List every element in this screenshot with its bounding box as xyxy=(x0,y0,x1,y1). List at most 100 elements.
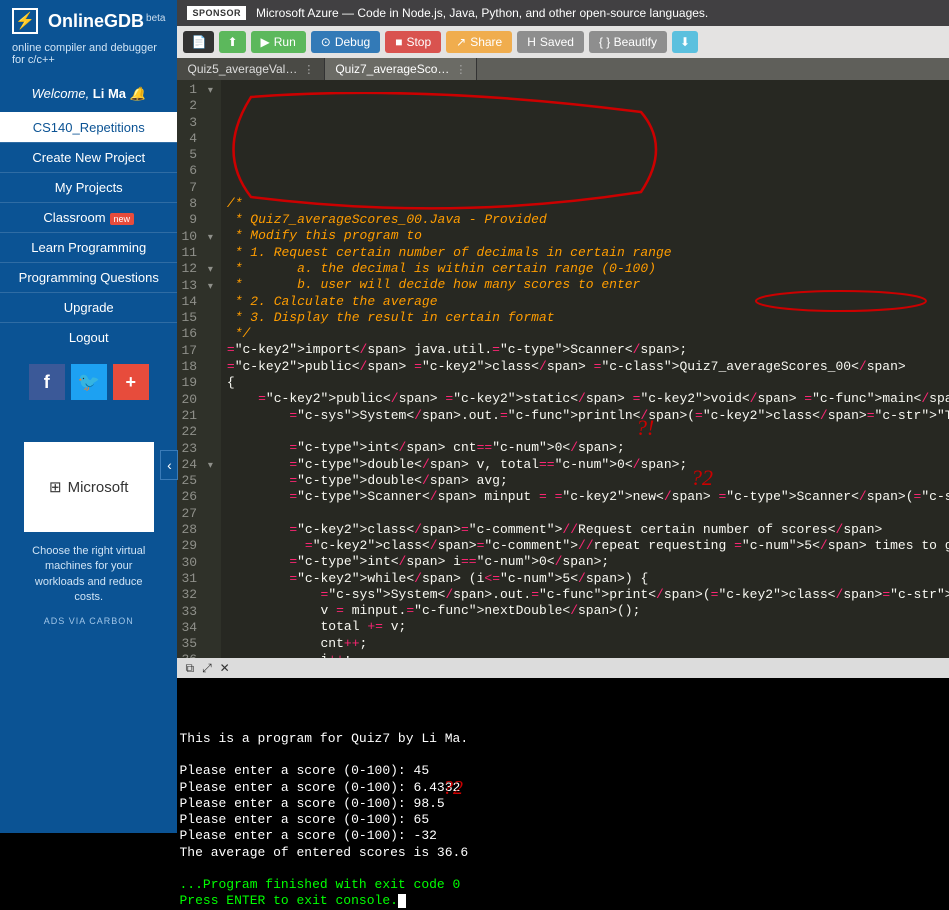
console-line: Press ENTER to exit console. xyxy=(179,893,949,909)
gutter-line: 19 xyxy=(181,375,212,391)
gutter-line: 14 xyxy=(181,294,212,310)
console-copy-icon[interactable]: ⧉ xyxy=(185,661,194,676)
code-line[interactable]: ="c-type">int</span> i=="c-num">0</span>… xyxy=(227,554,949,570)
sidebar-item-4[interactable]: Learn Programming xyxy=(0,232,177,262)
code-line[interactable]: * b. user will decide how many scores to… xyxy=(227,277,949,293)
sidebar-item-3[interactable]: Classroomnew xyxy=(0,202,177,232)
tabs-row: Quiz5_averageVal… ⋮Quiz7_averageSco… ⋮ xyxy=(177,58,949,80)
tab-menu-icon[interactable]: ⋮ xyxy=(303,63,314,76)
gutter-line: 12 ▾ xyxy=(181,261,212,277)
beautify-button[interactable]: { } Beautify xyxy=(589,31,667,53)
code-line[interactable]: ="c-key2">while</span> (i<="c-num">5</sp… xyxy=(227,571,949,587)
sidebar-item-7[interactable]: Logout xyxy=(0,322,177,352)
code-line[interactable]: /* xyxy=(227,196,949,212)
console-line: Please enter a score (0-100): 98.5 xyxy=(179,796,949,812)
code-area[interactable]: ?! ?2 /* * Quiz7_averageScores_00.Java -… xyxy=(221,80,949,658)
ad-via[interactable]: ADS VIA CARBON xyxy=(0,606,177,636)
console-line xyxy=(179,747,949,763)
logo-icon: ⚡ xyxy=(12,8,38,34)
welcome-text: Welcome, Li Ma 🔔 xyxy=(0,76,177,112)
code-line[interactable] xyxy=(227,424,949,440)
debug-button[interactable]: ⊙ Debug xyxy=(311,31,380,53)
console-line xyxy=(179,861,949,877)
code-line[interactable]: i++; xyxy=(227,652,949,658)
code-line[interactable]: ="c-key2">public</span> ="c-key2">class<… xyxy=(227,359,949,375)
console-line: This is a program for Quiz7 by Li Ma. xyxy=(179,731,949,747)
code-line[interactable]: ="c-type">double</span> v, total=="c-num… xyxy=(227,457,949,473)
gutter-line: 35 xyxy=(181,636,212,652)
gutter-line: 4 xyxy=(181,131,212,147)
run-button[interactable]: ▶ Run xyxy=(251,31,306,53)
code-line[interactable]: ="c-key2">import</span> java.util.="c-ty… xyxy=(227,342,949,358)
code-line[interactable]: * a. the decimal is within certain range… xyxy=(227,261,949,277)
code-line[interactable] xyxy=(227,505,949,521)
ad-image[interactable]: ⊞ Microsoft xyxy=(24,442,154,532)
code-line[interactable]: */ xyxy=(227,326,949,342)
code-line[interactable]: total += v; xyxy=(227,619,949,635)
toolbar: 📄 ⬆ ▶ Run ⊙ Debug ■ Stop ↗ Share H Saved… xyxy=(177,26,949,58)
sponsor-bar[interactable]: SPONSOR Microsoft Azure — Code in Node.j… xyxy=(177,0,949,26)
gutter-line: 29 xyxy=(181,538,212,554)
twitter-icon[interactable]: 🐦 xyxy=(71,364,107,400)
microsoft-icon: ⊞ xyxy=(49,478,62,496)
code-line[interactable]: * Modify this program to xyxy=(227,228,949,244)
gutter-line: 28 xyxy=(181,522,212,538)
code-line[interactable]: ="c-key2">class</span>="c-comment">//Req… xyxy=(227,522,949,538)
code-line[interactable]: ="c-type">Scanner</span> minput = ="c-ke… xyxy=(227,489,949,505)
code-line[interactable]: v = minput.="c-func">nextDouble</span>()… xyxy=(227,603,949,619)
code-line[interactable]: { xyxy=(227,375,949,391)
new-file-button[interactable]: 📄 xyxy=(183,31,214,53)
stop-button[interactable]: ■ Stop xyxy=(385,31,441,53)
sidebar-item-0[interactable]: CS140_Repetitions xyxy=(0,112,177,142)
new-badge: new xyxy=(110,213,135,225)
gutter-line: 31 xyxy=(181,571,212,587)
code-editor[interactable]: 1 ▾2 3 4 5 6 7 8 9 10 ▾11 12 ▾13 ▾14 15 … xyxy=(177,80,949,658)
console-line: Please enter a score (0-100): 65 xyxy=(179,812,949,828)
code-line[interactable]: ="c-key2">public</span> ="c-key2">static… xyxy=(227,391,949,407)
sidebar-item-1[interactable]: Create New Project xyxy=(0,142,177,172)
console-close-icon[interactable]: ✕ xyxy=(220,661,230,676)
console-line: ...Program finished with exit code 0 xyxy=(179,877,949,893)
plus-icon[interactable]: + xyxy=(113,364,149,400)
ad-text[interactable]: Choose the right virtual machines for yo… xyxy=(0,544,177,606)
console-output[interactable]: ?2 This is a program for Quiz7 by Li Ma.… xyxy=(177,678,949,833)
code-line[interactable]: cnt++; xyxy=(227,636,949,652)
gutter-line: 3 xyxy=(181,115,212,131)
collapse-sidebar-button[interactable]: ‹ xyxy=(160,450,178,480)
sidebar: ⚡ OnlineGDBbeta online compiler and debu… xyxy=(0,0,177,833)
code-line[interactable]: * 2. Calculate the average xyxy=(227,294,949,310)
gutter-line: 16 xyxy=(181,326,212,342)
main-area: SPONSOR Microsoft Azure — Code in Node.j… xyxy=(177,0,949,833)
logo-beta: beta xyxy=(146,13,165,24)
save-button[interactable]: H Saved xyxy=(517,31,584,53)
code-line[interactable]: ="c-sys">System</span>.out.="c-func">pri… xyxy=(227,587,949,603)
tagline: online compiler and debugger for c/c++ xyxy=(0,42,177,76)
bell-icon[interactable]: 🔔 xyxy=(130,86,146,101)
code-line[interactable]: * Quiz7_averageScores_00.Java - Provided xyxy=(227,212,949,228)
facebook-icon[interactable]: f xyxy=(29,364,65,400)
sidebar-item-6[interactable]: Upgrade xyxy=(0,292,177,322)
gutter-line: 33 xyxy=(181,604,212,620)
sidebar-item-5[interactable]: Programming Questions xyxy=(0,262,177,292)
tab-1[interactable]: Quiz7_averageSco… ⋮ xyxy=(325,58,477,80)
code-line[interactable]: ="c-type">int</span> cnt=="c-num">0</spa… xyxy=(227,440,949,456)
code-line[interactable]: ="c-key2">class</span>="c-comment">//rep… xyxy=(227,538,949,554)
code-line[interactable]: * 1. Request certain number of decimals … xyxy=(227,245,949,261)
upload-button[interactable]: ⬆ xyxy=(219,31,245,53)
gutter-line: 6 xyxy=(181,163,212,179)
share-button[interactable]: ↗ Share xyxy=(446,31,512,53)
gutter-line: 1 ▾ xyxy=(181,82,212,98)
code-line[interactable]: ="c-sys">System</span>.out.="c-func">pri… xyxy=(227,408,949,424)
logo[interactable]: ⚡ OnlineGDBbeta xyxy=(0,0,177,42)
download-button[interactable]: ⬇ xyxy=(672,31,698,53)
sidebar-item-2[interactable]: My Projects xyxy=(0,172,177,202)
tab-menu-icon[interactable]: ⋮ xyxy=(455,63,466,76)
tab-0[interactable]: Quiz5_averageVal… ⋮ xyxy=(177,58,325,80)
gutter-line: 13 ▾ xyxy=(181,278,212,294)
gutter-line: 11 xyxy=(181,245,212,261)
code-line[interactable]: ="c-type">double</span> avg; xyxy=(227,473,949,489)
console-expand-icon[interactable]: ⤢ xyxy=(202,661,212,676)
code-line[interactable]: * 3. Display the result in certain forma… xyxy=(227,310,949,326)
social-row: f 🐦 + xyxy=(0,352,177,412)
gutter-line: 7 xyxy=(181,180,212,196)
